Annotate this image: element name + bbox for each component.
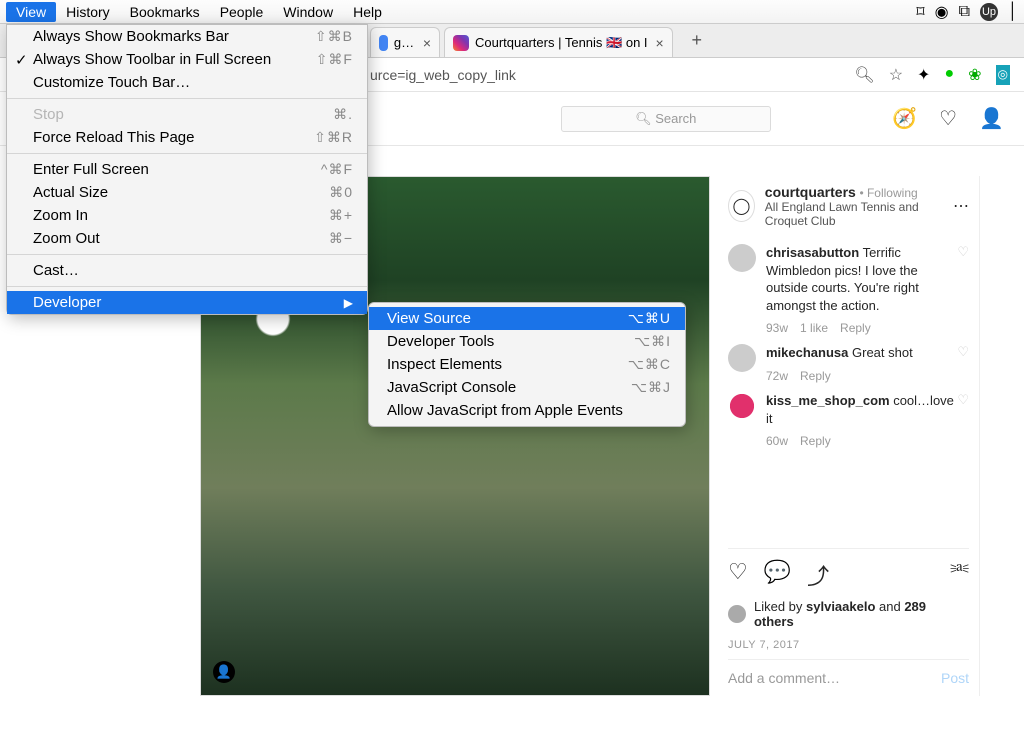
post-date: JULY 7, 2017 — [728, 639, 969, 651]
submenu-item-javascript-console[interactable]: JavaScript Console⌥⌘J — [369, 376, 685, 399]
liked-by[interactable]: Liked by sylviaakelo and 289 others — [728, 599, 969, 629]
submenu-item-inspect-elements[interactable]: Inspect Elements⌥⌘C — [369, 353, 685, 376]
comment-age: 72w — [766, 368, 788, 384]
liked-by-mid: and — [875, 599, 904, 614]
author-avatar[interactable]: ◯ — [728, 190, 755, 222]
grammarly-icon[interactable]: ● — [944, 65, 954, 85]
commenter-avatar[interactable] — [728, 344, 756, 372]
menubar-window[interactable]: Window — [273, 2, 343, 22]
liker-avatar — [728, 605, 746, 623]
activity-heart-icon[interactable]: ♡ — [939, 106, 957, 131]
display-icon[interactable]: ⌑ — [916, 2, 924, 22]
comment-text: Great shot — [852, 345, 913, 360]
menubar-help[interactable]: Help — [343, 2, 392, 22]
add-comment-input[interactable]: Add a comment… — [728, 670, 840, 686]
tagged-people-icon[interactable]: 👤 — [213, 661, 235, 683]
comment-age: 93w — [766, 320, 788, 336]
commenter-avatar[interactable] — [728, 392, 756, 420]
share-icon[interactable]: ⤴ — [807, 559, 829, 591]
menubar-people[interactable]: People — [210, 2, 274, 22]
submenu-item-developer-tools[interactable]: Developer Tools⌥⌘I — [369, 330, 685, 353]
view-menu-dropdown: Always Show Bookmarks Bar⇧⌘B✓Always Show… — [6, 24, 368, 315]
liked-by-prefix: Liked by — [754, 599, 806, 614]
submenu-item-view-source[interactable]: View Source⌥⌘U — [369, 307, 685, 330]
comment-reply[interactable]: Reply — [800, 433, 831, 449]
save-icon[interactable]: ⎃ — [951, 559, 969, 591]
tab-instagram[interactable]: Courtquarters | Tennis 🇬🇧 on I × — [444, 27, 673, 57]
developer-submenu: View Source⌥⌘UDeveloper Tools⌥⌘IInspect … — [368, 302, 686, 427]
new-tab-button[interactable]: + — [685, 30, 709, 51]
ext-4-icon[interactable]: ◎ — [996, 65, 1010, 85]
post-location[interactable]: All England Lawn Tennis and Croquet Club — [765, 200, 953, 228]
post-comment-button[interactable]: Post — [941, 670, 969, 686]
author-username[interactable]: courtquarters — [765, 184, 856, 200]
like-comment-icon[interactable]: ♡ — [957, 392, 969, 449]
tab-title: Courtquarters | Tennis 🇬🇧 on I — [475, 35, 648, 51]
menubar-bookmarks[interactable]: Bookmarks — [120, 2, 210, 22]
comment-age: 60w — [766, 433, 788, 449]
comment-reply[interactable]: Reply — [800, 368, 831, 384]
commenter-avatar[interactable] — [728, 244, 756, 272]
tab-close-icon[interactable]: × — [423, 35, 431, 51]
evernote-icon[interactable]: ❀ — [968, 65, 981, 85]
comments-list: chrisasabutton Terrific Wimbledon pics! … — [728, 236, 969, 548]
profile-icon[interactable]: 👤 — [979, 106, 1004, 131]
mac-menubar: View History Bookmarks People Window Hel… — [0, 0, 1024, 24]
tab-googledoc[interactable]: gle Do × — [370, 27, 440, 57]
commenter-name[interactable]: chrisasabutton — [766, 245, 859, 260]
post-actions: ♡ 💬 ⤴ ⎃ — [728, 548, 969, 595]
commenter-name[interactable]: kiss_me_shop_com — [766, 393, 890, 408]
menu-item-zoom-in[interactable]: Zoom In⌘+ — [7, 204, 367, 227]
comment-icon[interactable]: 💬 — [764, 559, 791, 591]
menu-item-stop: Stop⌘. — [7, 103, 367, 126]
menu-item-force-reload-this-page[interactable]: Force Reload This Page⇧⌘R — [7, 126, 367, 149]
urlbar-actions: 🔍︎ ☆ ✦ ● ❀ ◎ — [840, 65, 1024, 85]
search-placeholder: Search — [655, 111, 696, 126]
menu-item-cast-[interactable]: Cast… — [7, 259, 367, 282]
menu-item-developer[interactable]: Developer▶ — [7, 291, 367, 314]
menu-item-customize-touch-bar-[interactable]: Customize Touch Bar… — [7, 71, 367, 94]
menu-item-always-show-bookmarks-bar[interactable]: Always Show Bookmarks Bar⇧⌘B — [7, 25, 367, 48]
submenu-item-allow-javascript-from-apple-events[interactable]: Allow JavaScript from Apple Events — [369, 399, 685, 422]
commenter-name[interactable]: mikechanusa — [766, 345, 848, 360]
menubar-overflow[interactable]: │ — [1008, 3, 1018, 21]
cc-cloud-icon[interactable]: ◉ — [935, 2, 949, 22]
post-sidebar: ◯ courtquarters • Following All England … — [710, 176, 980, 696]
post-more-icon[interactable]: ⋯ — [953, 196, 969, 216]
star-icon[interactable]: ☆ — [889, 65, 903, 85]
liked-by-user[interactable]: sylviaakelo — [806, 599, 875, 614]
dropbox-icon[interactable]: ⧉ — [959, 3, 970, 21]
like-comment-icon[interactable]: ♡ — [957, 244, 969, 336]
upwork-icon[interactable]: Up — [980, 3, 998, 21]
menu-item-zoom-out[interactable]: Zoom Out⌘− — [7, 227, 367, 250]
post-header: ◯ courtquarters • Following All England … — [728, 184, 969, 228]
menu-item-actual-size[interactable]: Actual Size⌘0 — [7, 181, 367, 204]
comment-row: mikechanusa Great shot 72w Reply ♡ — [728, 344, 969, 384]
favicon-instagram-icon — [453, 35, 469, 51]
like-icon[interactable]: ♡ — [728, 559, 748, 591]
follow-state[interactable]: • Following — [859, 186, 917, 200]
readermode-icon[interactable]: 🔍︎ — [854, 65, 874, 85]
add-comment-row: Add a comment… Post — [728, 659, 969, 696]
explore-icon[interactable]: 🧭 — [892, 106, 917, 131]
tab-close-icon[interactable]: × — [656, 35, 664, 51]
search-input[interactable]: 🔍︎ Search — [561, 106, 771, 132]
menubar-right: ⌑ ◉ ⧉ Up │ — [916, 2, 1018, 22]
like-comment-icon[interactable]: ♡ — [957, 344, 969, 384]
comment-reply[interactable]: Reply — [840, 320, 871, 336]
tab-title: gle Do — [394, 35, 415, 50]
search-icon: 🔍︎ — [635, 111, 655, 126]
comment-row: chrisasabutton Terrific Wimbledon pics! … — [728, 244, 969, 336]
menubar-history[interactable]: History — [56, 2, 120, 22]
menubar-view[interactable]: View — [6, 2, 56, 22]
menu-item-enter-full-screen[interactable]: Enter Full Screen^⌘F — [7, 158, 367, 181]
url-text: urce=ig_web_copy_link — [370, 67, 840, 83]
menu-item-always-show-toolbar-in-full-screen[interactable]: ✓Always Show Toolbar in Full Screen⇧⌘F — [7, 48, 367, 71]
ext-1-icon[interactable]: ✦ — [917, 65, 930, 85]
comment-likes[interactable]: 1 like — [800, 320, 828, 336]
favicon-google-icon — [379, 35, 388, 51]
comment-row: kiss_me_shop_com cool…love it 60w Reply … — [728, 392, 969, 449]
